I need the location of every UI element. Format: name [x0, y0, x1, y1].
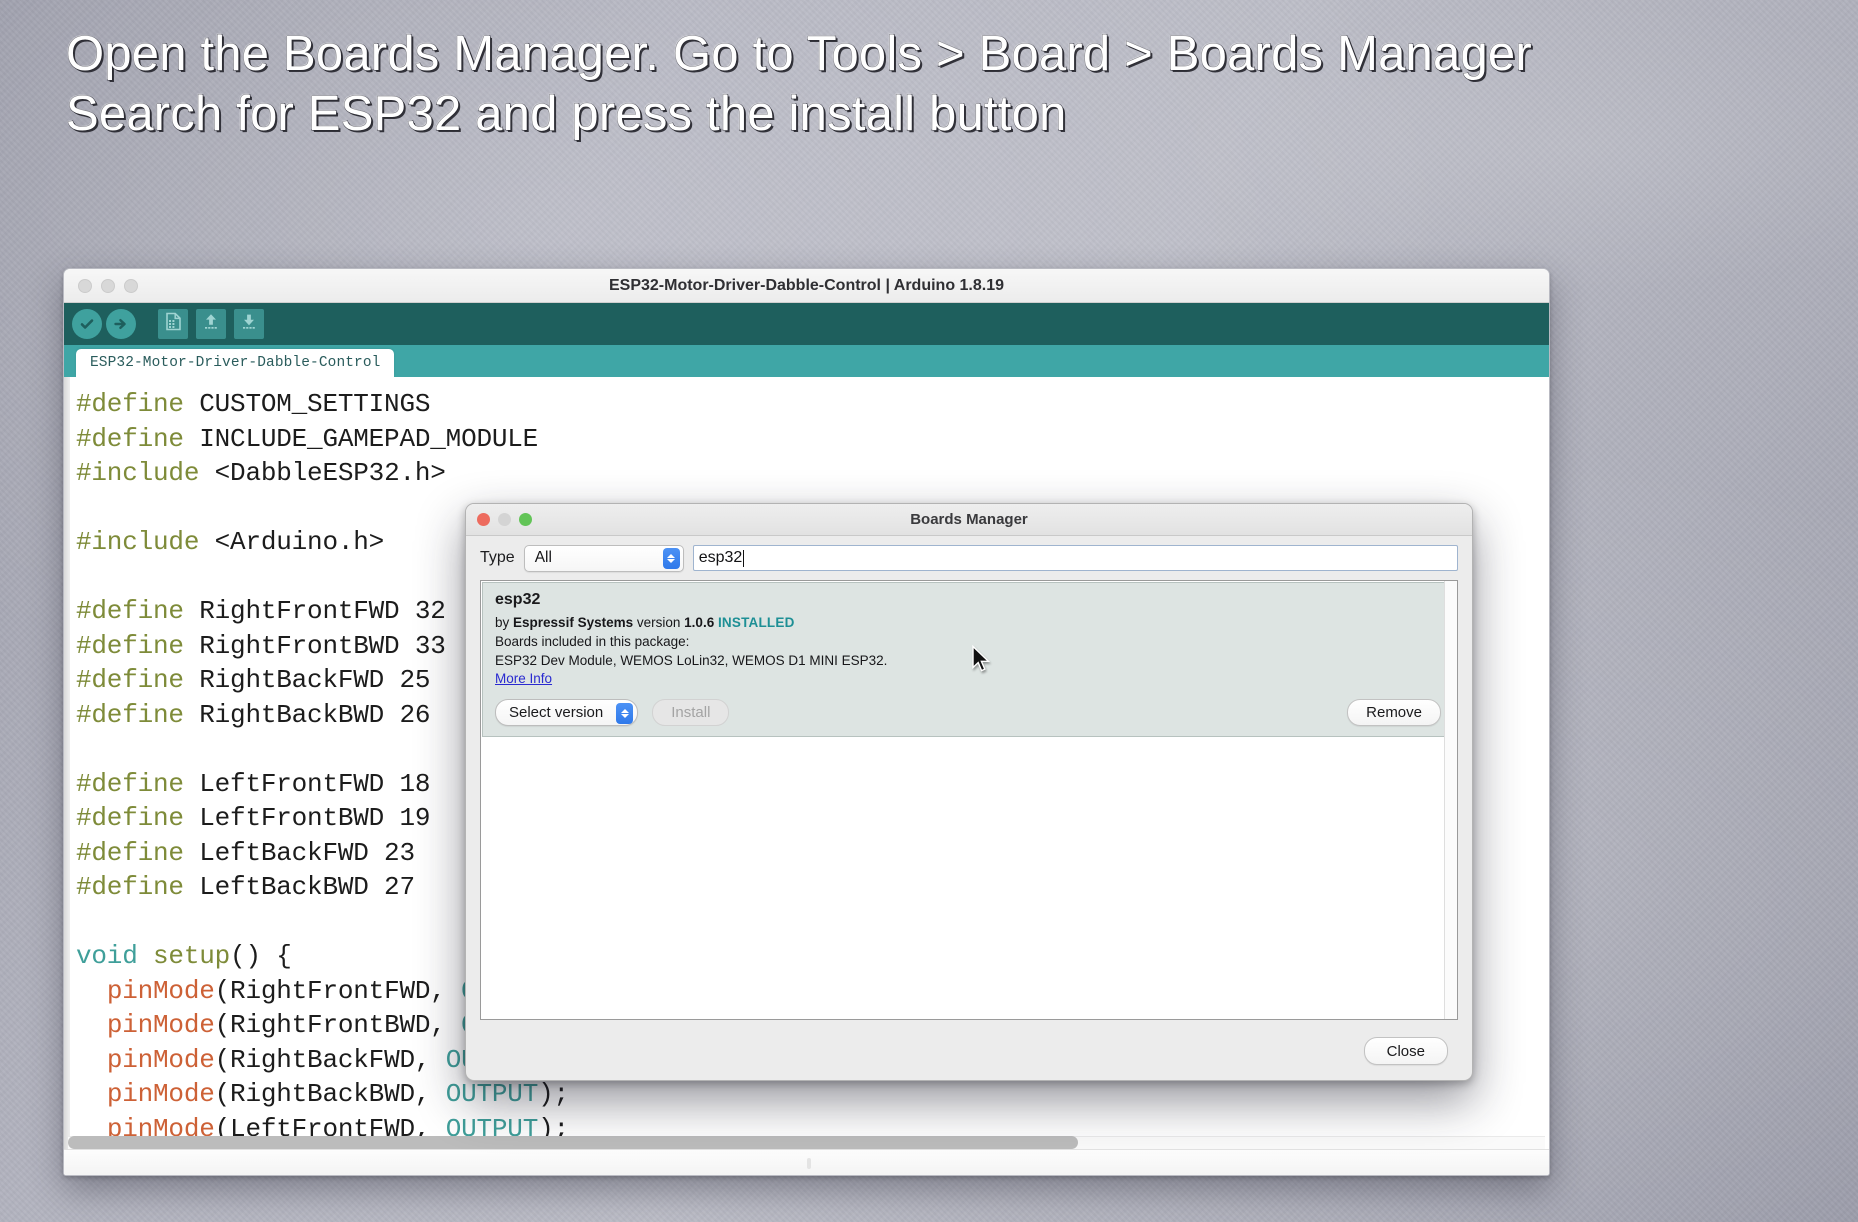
slide-heading-line-1: Open the Boards Manager. Go to Tools > B… — [65, 26, 1532, 81]
type-select-value: All — [534, 549, 552, 566]
upload-button[interactable] — [106, 309, 136, 339]
dialog-footer: Close — [466, 1020, 1472, 1080]
open-button[interactable] — [196, 309, 226, 339]
filter-row: Type All esp32 — [466, 536, 1472, 580]
dialog-title: Boards Manager — [910, 511, 1028, 528]
ide-tabbar: ESP32-Motor-Driver-Dabble-Control — [64, 345, 1549, 377]
slide-heading: Open the Boards Manager. Go to Tools > B… — [65, 24, 1826, 144]
editor-hscrollbar-thumb[interactable] — [68, 1136, 1078, 1149]
stepper-icon[interactable] — [662, 548, 680, 569]
status-badge: INSTALLED — [717, 615, 795, 630]
remove-button[interactable]: Remove — [1347, 699, 1441, 726]
package-author-line: by Espressif Systems version 1.0.6 INSTA… — [495, 613, 1443, 632]
type-select[interactable]: All — [523, 544, 684, 572]
arrow-right-icon — [112, 315, 130, 333]
search-input[interactable]: esp32 — [692, 545, 1458, 571]
package-actions: Select version Install Remove — [495, 699, 1443, 726]
slide-heading-line-2: Search for ESP32 and press the install b… — [65, 86, 1067, 141]
ide-statusbar — [64, 1136, 1549, 1175]
boards-included-list: ESP32 Dev Module, WEMOS LoLin32, WEMOS D… — [495, 653, 888, 668]
version-select[interactable]: Select version — [495, 699, 639, 726]
type-label: Type — [480, 549, 515, 566]
text-caret — [743, 549, 745, 567]
stepper-icon[interactable] — [616, 702, 634, 724]
version-prefix: version — [636, 615, 681, 630]
boards-manager-titlebar: Boards Manager — [466, 504, 1472, 536]
new-button[interactable] — [158, 309, 188, 339]
install-button[interactable]: Install — [652, 699, 730, 726]
package-list-scrollbar[interactable] — [1444, 581, 1457, 1019]
editor-gutter — [64, 377, 70, 1149]
check-icon — [78, 315, 96, 333]
save-button[interactable] — [234, 309, 264, 339]
ide-window-title: ESP32-Motor-Driver-Dabble-Control | Ardu… — [608, 276, 1005, 294]
ide-toolbar — [64, 303, 1549, 345]
arrow-down-icon — [240, 312, 258, 336]
ide-titlebar: ESP32-Motor-Driver-Dabble-Control | Ardu… — [64, 269, 1549, 303]
sketch-tab[interactable]: ESP32-Motor-Driver-Dabble-Control — [76, 349, 395, 377]
package-author: Espressif Systems — [513, 615, 634, 630]
verify-button[interactable] — [72, 309, 102, 339]
version-select-value: Select version — [509, 704, 604, 721]
arrow-up-icon — [202, 312, 220, 336]
search-input-value: esp32 — [698, 549, 743, 566]
sketch-tab-label: ESP32-Motor-Driver-Dabble-Control — [90, 355, 381, 371]
package-list[interactable]: esp32 by Espressif Systems version 1.0.6… — [480, 580, 1458, 1020]
package-name: esp32 — [495, 591, 541, 608]
document-icon — [165, 312, 182, 336]
list-item[interactable]: esp32 by Espressif Systems version 1.0.6… — [482, 582, 1456, 737]
package-version: 1.0.6 — [684, 615, 715, 630]
boards-manager-dialog: Boards Manager Type All esp32 esp32 by E… — [465, 503, 1473, 1081]
close-button[interactable]: Close — [1363, 1037, 1448, 1065]
status-indicator — [806, 1158, 811, 1169]
boards-included-label: Boards included in this package: — [495, 634, 690, 649]
author-prefix: by — [495, 615, 510, 630]
more-info-link[interactable]: More Info — [495, 671, 552, 686]
